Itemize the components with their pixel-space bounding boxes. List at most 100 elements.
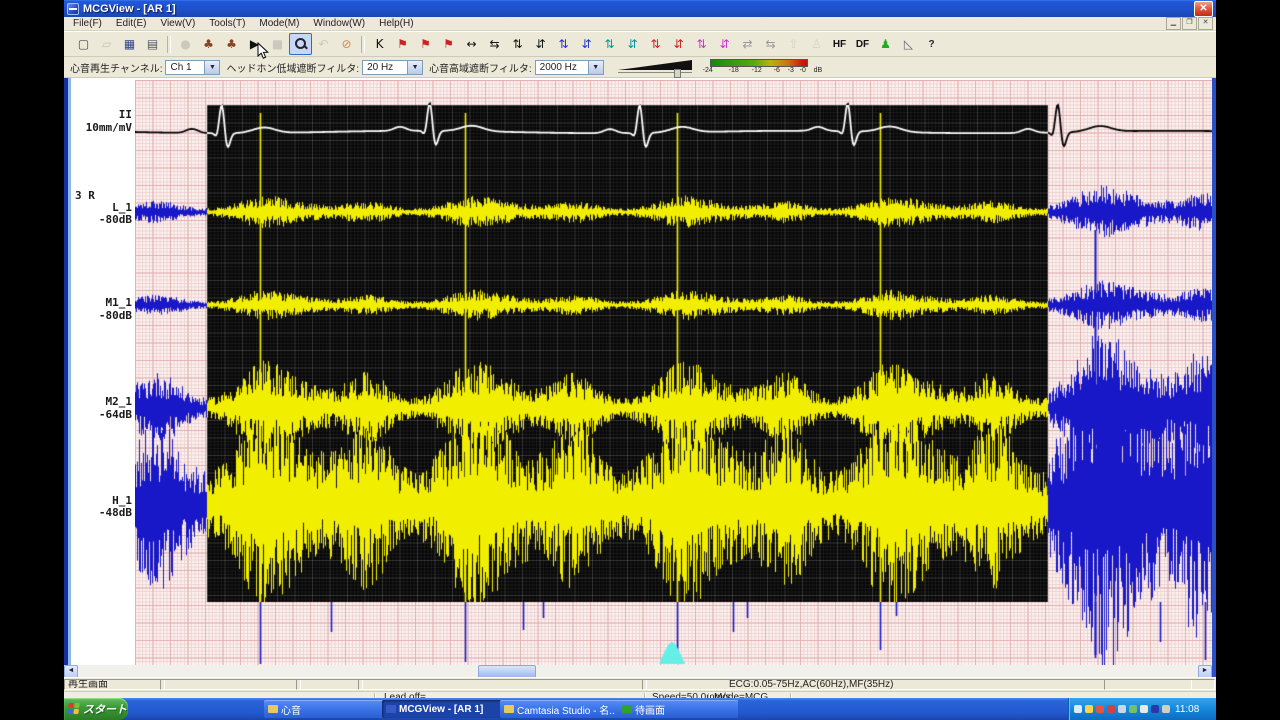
menu-item-7[interactable]: Help(H) xyxy=(372,18,420,29)
window-title: MCGView - [AR 1] xyxy=(83,3,1194,15)
horizontal-scrollbar[interactable]: ◄ ► xyxy=(64,665,1212,677)
undo-icon: ↶ xyxy=(312,33,335,55)
lowcut-value: 20 Hz xyxy=(362,60,407,75)
menu-item-5[interactable]: Mode(M) xyxy=(252,18,306,29)
scale-down-ecg-icon[interactable]: ⇵ xyxy=(575,33,598,55)
tray-icon-3[interactable] xyxy=(1096,705,1104,713)
control-bar: 心音再生チャンネル: Ch 1 ▼ ヘッドホン低域遮断フィルタ: 20 Hz ▼… xyxy=(64,57,1216,78)
close-button[interactable]: ✕ xyxy=(1194,1,1213,17)
tool-misc-icon: ♙ xyxy=(805,33,828,55)
tray-icon-1[interactable] xyxy=(1074,705,1082,713)
scale-up-mid-icon[interactable]: ⇅ xyxy=(644,33,667,55)
shift-left-icon[interactable]: ⇄ xyxy=(736,33,759,55)
highcut-value: 2000 Hz xyxy=(535,60,588,75)
highcut-select[interactable]: 2000 Hz ▼ xyxy=(535,60,604,75)
patient-icon[interactable]: ♟ xyxy=(874,33,897,55)
scroll-left-icon[interactable]: ◄ xyxy=(64,665,78,677)
taskbar-task-4[interactable]: 待画面 xyxy=(618,700,738,718)
compress-vertical-icon[interactable]: ⇵ xyxy=(529,33,552,55)
chevron-down-icon[interactable]: ▼ xyxy=(204,60,220,75)
print-icon[interactable]: ▤ xyxy=(141,33,164,55)
scrollbar-thumb[interactable] xyxy=(478,665,536,677)
scroll-right-icon[interactable]: ► xyxy=(1198,665,1212,677)
mdi-close-button[interactable]: ✕ xyxy=(1198,17,1213,30)
menu-item-3[interactable]: View(V) xyxy=(153,18,202,29)
chevron-down-icon[interactable]: ▼ xyxy=(407,60,423,75)
menu-item-4[interactable]: Tools(T) xyxy=(202,18,252,29)
meter-tick-label: -6 xyxy=(774,67,780,74)
status-mode-pane: 再生画面 xyxy=(64,679,165,690)
marker-next-icon[interactable]: ♣ xyxy=(220,33,243,55)
runner-icon[interactable]: K xyxy=(368,33,391,55)
channel-gain-M2_1: -64dB xyxy=(99,408,132,421)
task-label: MCGView - [AR 1] xyxy=(399,704,483,715)
open-file-icon: ▱ xyxy=(95,33,118,55)
expand-vertical-icon[interactable]: ⇅ xyxy=(506,33,529,55)
taskbar-task-3[interactable]: Camtasia Studio - 名.. xyxy=(500,700,620,718)
task-label: Camtasia Studio - 名.. xyxy=(517,702,615,717)
record-icon: ● xyxy=(174,33,197,55)
scale-up-high-icon[interactable]: ⇅ xyxy=(690,33,713,55)
tray-icon-9[interactable] xyxy=(1162,705,1170,713)
mdi-restore-button[interactable]: ❐ xyxy=(1182,17,1197,30)
channel-label-gutter: II 10mm/mV 3 R L_1-80dBM1_1-80dBM2_1-64d… xyxy=(71,78,135,665)
tray-icon-5[interactable] xyxy=(1118,705,1126,713)
app-icon xyxy=(67,3,79,15)
marker-prev-icon[interactable]: ♣ xyxy=(197,33,220,55)
lowcut-select[interactable]: 20 Hz ▼ xyxy=(362,60,423,75)
menu-item-2[interactable]: Edit(E) xyxy=(109,18,154,29)
tray-icon-6[interactable] xyxy=(1129,705,1137,713)
flag-1-icon[interactable]: ⚑ xyxy=(391,33,414,55)
menu-item-6[interactable]: Window(W) xyxy=(306,18,372,29)
status-pane-2 xyxy=(160,679,301,690)
system-tray: 11:08 xyxy=(1068,698,1216,720)
flag-3-icon[interactable]: ⚑ xyxy=(437,33,460,55)
expand-horizontal-icon[interactable]: ↔ xyxy=(460,33,483,55)
new-file-icon[interactable]: ▢ xyxy=(72,33,95,55)
mdi-buttons: ▁ ❐ ✕ xyxy=(1166,17,1216,30)
help-button[interactable]: ? xyxy=(920,33,943,55)
zoom-tool-icon[interactable] xyxy=(289,33,312,55)
meter-tick-label: -0 xyxy=(800,67,806,74)
app-window: MCGView - [AR 1] ✕ File(F)Edit(E)View(V)… xyxy=(64,0,1216,720)
flag-2-icon[interactable]: ⚑ xyxy=(414,33,437,55)
chevron-down-icon[interactable]: ▼ xyxy=(588,60,604,75)
chart-canvas[interactable] xyxy=(135,80,1212,665)
tray-icon-8[interactable] xyxy=(1151,705,1159,713)
start-button[interactable]: スタート xyxy=(64,698,128,720)
taskbar-task-2[interactable]: MCGView - [AR 1] xyxy=(382,700,502,718)
taskbar-task-1[interactable]: 心音 xyxy=(264,700,384,718)
scale-down-high-icon[interactable]: ⇵ xyxy=(713,33,736,55)
menu-item-1[interactable]: File(F) xyxy=(66,18,109,29)
volume-thumb[interactable] xyxy=(674,69,681,78)
scale-up-ecg-icon[interactable]: ⇅ xyxy=(552,33,575,55)
highcut-label: 心音高域遮断フィルタ: xyxy=(429,60,532,75)
tray-icon-7[interactable] xyxy=(1140,705,1148,713)
mdi-minimize-button[interactable]: ▁ xyxy=(1166,17,1181,30)
screen: MCGView - [AR 1] ✕ File(F)Edit(E)View(V)… xyxy=(0,0,1280,720)
title-bar[interactable]: MCGView - [AR 1] ✕ xyxy=(64,0,1216,17)
meter-tick-label: -3 xyxy=(788,67,794,74)
task-icon xyxy=(622,705,632,713)
menu-items-container: File(F)Edit(E)View(V)Tools(T)Mode(M)Wind… xyxy=(66,18,421,29)
meter-tick-label: -12 xyxy=(752,67,762,74)
scale-down-mid-icon[interactable]: ⇵ xyxy=(667,33,690,55)
volume-slider[interactable] xyxy=(618,59,696,75)
tray-icon-2[interactable] xyxy=(1085,705,1093,713)
tray-icon-4[interactable] xyxy=(1107,705,1115,713)
compress-horizontal-icon[interactable]: ⇆ xyxy=(483,33,506,55)
pointer-tool-icon[interactable]: ◺ xyxy=(897,33,920,55)
scale-down-low-icon[interactable]: ⇵ xyxy=(621,33,644,55)
play-channel-label: 心音再生チャンネル: xyxy=(70,60,162,75)
shift-right-icon[interactable]: ⇆ xyxy=(759,33,782,55)
save-icon[interactable]: ▦ xyxy=(118,33,141,55)
toolbar: ▢▱▦▤●♣♣▶■↶⊘K⚑⚑⚑↔⇆⇅⇵⇅⇵⇅⇵⇅⇵⇅⇵⇄⇆⇧♙HFDF♟◺? xyxy=(64,31,1216,57)
play-channel-select[interactable]: Ch 1 ▼ xyxy=(165,60,220,75)
scale-up-low-icon[interactable]: ⇅ xyxy=(598,33,621,55)
task-label: 心音 xyxy=(281,702,301,717)
lowcut-label: ヘッドホン低域遮断フィルタ: xyxy=(226,60,359,75)
status-pane-6 xyxy=(1104,679,1215,690)
df-filter-button[interactable]: DF xyxy=(851,33,874,55)
hf-filter-button[interactable]: HF xyxy=(828,33,851,55)
cancel-icon[interactable]: ⊘ xyxy=(335,33,358,55)
